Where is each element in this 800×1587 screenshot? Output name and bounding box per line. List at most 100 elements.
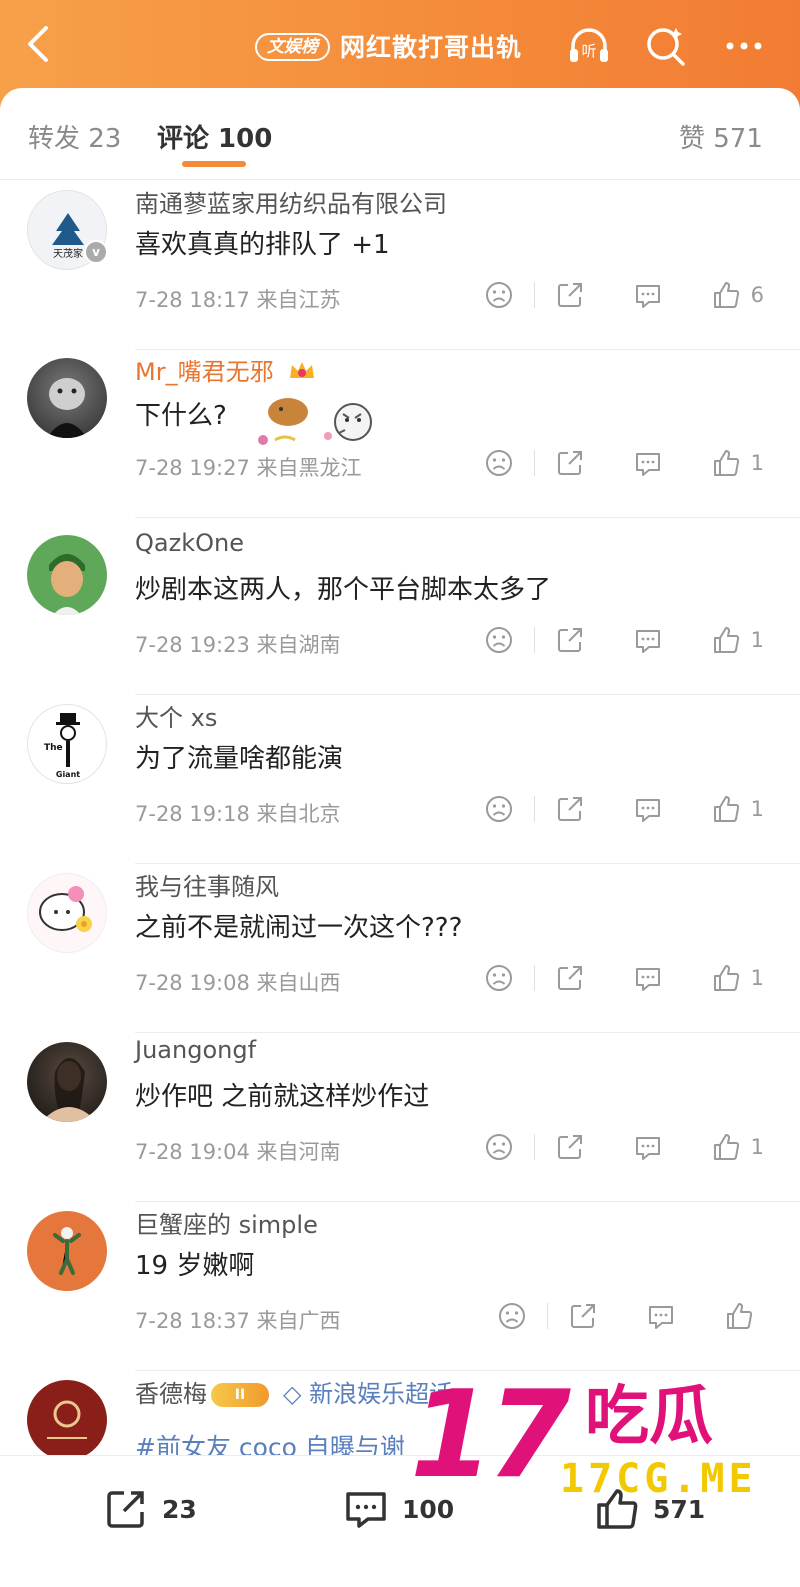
comment-actions: 1 xyxy=(482,623,764,657)
comment-item: The Giant 大个 xs 为了流量啥都能演 7-28 19:18 来自北京… xyxy=(0,694,800,864)
comment-meta: 7-28 19:23 来自湖南 xyxy=(135,629,341,659)
comment-text: 19 岁嫩啊 xyxy=(135,1251,255,1281)
comment-button[interactable]: 100 xyxy=(342,1484,454,1534)
tab-repost[interactable]: 转发 23 xyxy=(28,118,121,155)
comment-time: 7-28 19:18 xyxy=(135,802,250,826)
comment-location: 来自广西 xyxy=(256,1309,341,1333)
like-count: 1 xyxy=(750,451,764,475)
comment-meta: 7-28 19:08 来自山西 xyxy=(135,967,341,997)
comment-location: 来自河南 xyxy=(256,1140,341,1164)
like-thumb-icon[interactable] xyxy=(709,792,743,826)
comment-item: 巨蟹座的 simple 19 岁嫩啊 7-28 18:37 来自广西 xyxy=(0,1201,800,1371)
like-thumb-icon[interactable] xyxy=(709,278,743,312)
comment-time: 7-28 19:23 xyxy=(135,633,250,657)
username[interactable]: Mr_嘴君无邪 xyxy=(135,352,317,387)
share-icon[interactable] xyxy=(566,1299,600,1333)
back-arrow-icon[interactable] xyxy=(18,22,62,66)
username[interactable]: 南通蓼蓝家用纺织品有限公司 xyxy=(135,184,447,219)
avatar[interactable] xyxy=(27,873,107,953)
dislike-face-icon[interactable] xyxy=(482,792,516,826)
tab-likes[interactable]: 赞 571 xyxy=(679,118,763,155)
username[interactable]: 巨蟹座的 simple xyxy=(135,1205,318,1240)
comment-text: 下什么? xyxy=(135,392,393,452)
avatar[interactable] xyxy=(27,1211,107,1291)
share-icon[interactable] xyxy=(553,792,587,826)
svg-text:听: 听 xyxy=(581,42,596,60)
topic-hashtag[interactable]: #前女友 coco 自曝与谢 xyxy=(135,1428,405,1455)
username[interactable]: Juangongf xyxy=(135,1036,256,1064)
like-count-total: 571 xyxy=(653,1494,706,1524)
username[interactable]: 香德梅 II ◇ 新浪娱乐超话 xyxy=(135,1374,453,1409)
bottom-action-bar: 23 100 571 xyxy=(0,1455,800,1587)
avatar[interactable] xyxy=(27,1380,107,1455)
dislike-face-icon[interactable] xyxy=(482,1130,516,1164)
like-thumb-icon[interactable] xyxy=(722,1299,756,1333)
comment-actions: 1 xyxy=(482,792,764,826)
username[interactable]: 大个 xs xyxy=(135,698,217,733)
verified-badge: v xyxy=(84,240,108,264)
comment-location: 来自山西 xyxy=(256,971,341,995)
dislike-face-icon[interactable] xyxy=(482,961,516,995)
comment-time: 7-28 18:17 xyxy=(135,288,250,312)
comment-icon xyxy=(346,1492,386,1528)
comment-location: 来自北京 xyxy=(256,802,341,826)
comment-actions: 1 xyxy=(482,1130,764,1164)
reply-icon[interactable] xyxy=(631,961,665,995)
share-icon[interactable] xyxy=(553,961,587,995)
capybara-sticker-icon xyxy=(258,398,373,445)
hot-list-badge[interactable]: 文娱榜 xyxy=(255,33,330,61)
reply-icon[interactable] xyxy=(631,623,665,657)
share-icon[interactable] xyxy=(553,623,587,657)
reply-icon[interactable] xyxy=(631,1130,665,1164)
share-icon[interactable] xyxy=(553,446,587,480)
comment-item: Juangongf 炒作吧 之前就这样炒作过 7-28 19:04 来自河南 1 xyxy=(0,1032,800,1202)
like-count: 1 xyxy=(750,1135,764,1159)
comment-meta: 7-28 18:37 来自广西 xyxy=(135,1305,341,1335)
divider xyxy=(135,517,800,518)
share-icon[interactable] xyxy=(553,278,587,312)
dislike-face-icon[interactable] xyxy=(482,278,516,312)
reply-icon[interactable] xyxy=(631,446,665,480)
avatar[interactable] xyxy=(27,358,107,438)
like-button[interactable]: 571 xyxy=(593,1484,705,1534)
dislike-face-icon[interactable] xyxy=(482,623,516,657)
weibo-comments-page: 文娱榜 网红散打哥出轨 听 转发 23 评论 100 赞 571 天茂家 v 南… xyxy=(0,0,800,1587)
comment-actions: 1 xyxy=(482,446,764,480)
avatar[interactable]: The Giant xyxy=(27,704,107,784)
comment-text: 之前不是就闹过一次这个??? xyxy=(135,913,463,943)
comment-time: 7-28 18:37 xyxy=(135,1309,250,1333)
like-count: 1 xyxy=(750,797,764,821)
super-topic-link[interactable]: ◇ 新浪娱乐超话 xyxy=(283,1380,453,1408)
dislike-face-icon[interactable] xyxy=(482,446,516,480)
comment-item: 香德梅 II ◇ 新浪娱乐超话 #前女友 coco 自曝与谢 xyxy=(0,1370,800,1455)
comment-actions xyxy=(495,1299,764,1333)
comment-text: 为了流量啥都能演 xyxy=(135,744,344,774)
tab-comments[interactable]: 评论 100 xyxy=(157,118,272,155)
comment-location: 来自江苏 xyxy=(256,288,341,312)
svg-text:天茂家: 天茂家 xyxy=(53,247,83,260)
avatar[interactable] xyxy=(27,1042,107,1122)
avatar[interactable] xyxy=(27,535,107,615)
comment-count: 100 xyxy=(402,1494,455,1524)
listen-icon[interactable]: 听 xyxy=(565,22,613,70)
comment-meta: 7-28 19:27 来自黑龙江 xyxy=(135,452,362,482)
search-icon[interactable] xyxy=(642,22,690,70)
like-thumb-icon[interactable] xyxy=(709,623,743,657)
username[interactable]: 我与往事随风 xyxy=(135,867,279,902)
reply-icon[interactable] xyxy=(631,792,665,826)
username[interactable]: QazkOne xyxy=(135,529,244,557)
like-thumb-icon[interactable] xyxy=(709,961,743,995)
more-options-icon[interactable] xyxy=(720,22,768,70)
dislike-face-icon[interactable] xyxy=(495,1299,529,1333)
reply-icon[interactable] xyxy=(644,1299,678,1333)
comment-meta: 7-28 19:04 来自河南 xyxy=(135,1136,341,1166)
reply-icon[interactable] xyxy=(631,278,665,312)
svg-text:The: The xyxy=(44,743,63,753)
comment-location: 来自湖南 xyxy=(256,633,341,657)
like-thumb-icon[interactable] xyxy=(709,446,743,480)
like-thumb-icon[interactable] xyxy=(709,1130,743,1164)
comment-meta: 7-28 19:18 来自北京 xyxy=(135,798,341,828)
share-icon[interactable] xyxy=(553,1130,587,1164)
repost-button[interactable]: 23 xyxy=(102,1484,197,1534)
trending-title[interactable]: 网红散打哥出轨 xyxy=(340,28,522,64)
